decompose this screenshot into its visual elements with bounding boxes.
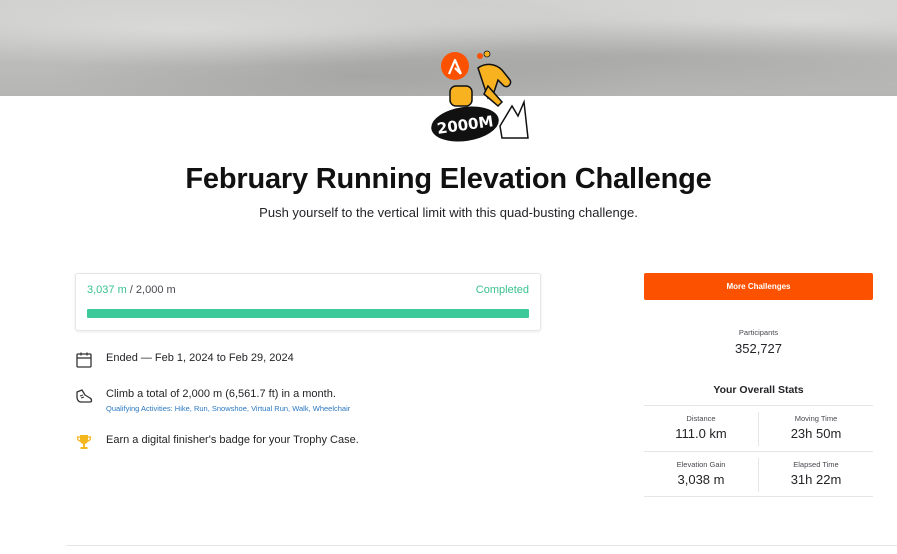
detail-reward: Earn a digital finisher's badge for your… — [75, 433, 359, 451]
stat-label: Elevation Gain — [676, 460, 726, 469]
progress-bar-fill — [87, 309, 529, 318]
progress-goal: 2,000 m — [135, 284, 176, 296]
stat-moving-time: Moving Time 23h 50m — [759, 406, 873, 452]
participants-value: 352,727 — [735, 341, 782, 356]
stat-elevation-gain: Elevation Gain 3,038 m — [644, 452, 758, 498]
stats-divider — [758, 458, 759, 492]
stats-grid: Distance 111.0 km Moving Time 23h 50m El… — [644, 405, 873, 497]
stat-value: 3,038 m — [677, 472, 725, 487]
progress-text: 3,037 m / 2,000 m — [87, 284, 176, 296]
stat-value: 31h 22m — [790, 472, 842, 487]
calendar-icon — [76, 352, 92, 368]
stat-value: 23h 50m — [790, 426, 842, 441]
progress-bar — [87, 309, 529, 318]
detail-dates: Ended — Feb 1, 2024 to Feb 29, 2024 — [75, 351, 294, 369]
stat-value: 111.0 km — [675, 426, 727, 441]
challenge-badge-icon: 2000M — [431, 50, 529, 142]
participants-label: Participants — [738, 328, 779, 337]
progress-status: Completed — [475, 284, 529, 296]
detail-dates-text: Ended — Feb 1, 2024 to Feb 29, 2024 — [106, 352, 294, 364]
stat-label: Distance — [686, 414, 716, 423]
progress-current: 3,037 m — [87, 284, 127, 296]
stat-label: Elapsed Time — [793, 460, 839, 469]
detail-reward-text: Earn a digital finisher's badge for your… — [106, 434, 359, 446]
qualifying-activities: Qualifying Activities: Hike, Run, Snowsh… — [106, 404, 351, 413]
stat-distance: Distance 111.0 km — [644, 406, 758, 452]
detail-goal-text: Climb a total of 2,000 m (6,561.7 ft) in… — [106, 388, 336, 400]
trophy-icon — [76, 435, 92, 449]
page-title: February Running Elevation Challenge — [185, 163, 712, 195]
stat-label: Moving Time — [794, 414, 838, 423]
shoe-icon — [76, 389, 93, 403]
section-divider — [66, 545, 897, 546]
detail-goal: Climb a total of 2,000 m (6,561.7 ft) in… — [75, 387, 350, 414]
stat-elapsed-time: Elapsed Time 31h 22m — [759, 452, 873, 498]
stats-divider — [758, 412, 759, 446]
page-subtitle: Push yourself to the vertical limit with… — [259, 205, 638, 220]
more-challenges-button[interactable]: More Challenges — [644, 273, 873, 300]
progress-separator: / — [126, 284, 136, 296]
stats-title: Your Overall Stats — [713, 384, 804, 396]
stats-divider — [644, 451, 873, 452]
progress-card: 3,037 m / 2,000 m Completed — [75, 273, 541, 331]
